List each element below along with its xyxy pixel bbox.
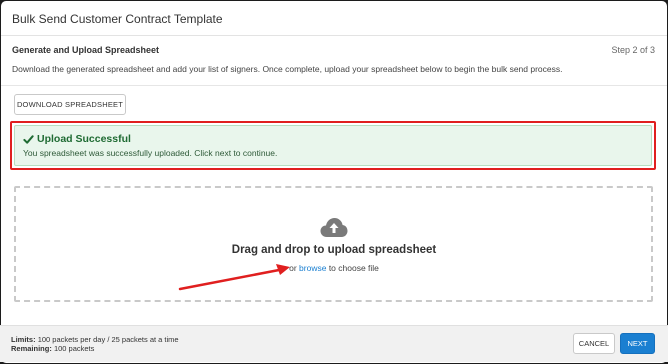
success-message: You spreadsheet was successfully uploade… (23, 148, 278, 158)
dropzone-sub-suffix: to choose file (328, 263, 379, 273)
cancel-button[interactable]: CANCEL (573, 333, 615, 354)
next-button[interactable]: NEXT (620, 333, 655, 354)
download-spreadsheet-button[interactable]: DOWNLOAD SPREADSHEET (14, 94, 126, 115)
step-description: Download the generated spreadsheet and a… (12, 64, 563, 74)
dropzone-title: Drag and drop to upload spreadsheet (231, 244, 437, 256)
divider (1, 85, 667, 86)
limits-label: Limits: (11, 335, 36, 344)
success-title-text: Upload Successful (37, 133, 131, 145)
step-heading: Generate and Upload Spreadsheet (12, 45, 160, 55)
dropzone-subtitle: or browse to choose file (0, 263, 668, 273)
annotation-arrow (178, 264, 290, 291)
modal-title: Bulk Send Customer Contract Template (12, 12, 223, 26)
remaining-value: 100 packets (53, 344, 95, 353)
limits-value: 100 packets per day / 25 packets at a ti… (37, 335, 179, 344)
step-indicator: Step 2 of 3 (611, 45, 655, 55)
remaining-line: Remaining: 100 packets (11, 344, 179, 353)
success-title: Upload Successful (23, 133, 131, 145)
check-icon (23, 134, 34, 144)
browse-link[interactable]: browse (299, 263, 326, 273)
modal-header: Bulk Send Customer Contract Template (1, 1, 667, 36)
cloud-upload-icon (320, 218, 348, 237)
remaining-label: Remaining: (11, 344, 52, 353)
limits-info: Limits: 100 packets per day / 25 packets… (11, 335, 179, 353)
limits-line: Limits: 100 packets per day / 25 packets… (11, 335, 179, 344)
upload-success-alert (14, 125, 652, 166)
bulk-send-modal: Bulk Send Customer Contract Template Gen… (1, 1, 667, 363)
